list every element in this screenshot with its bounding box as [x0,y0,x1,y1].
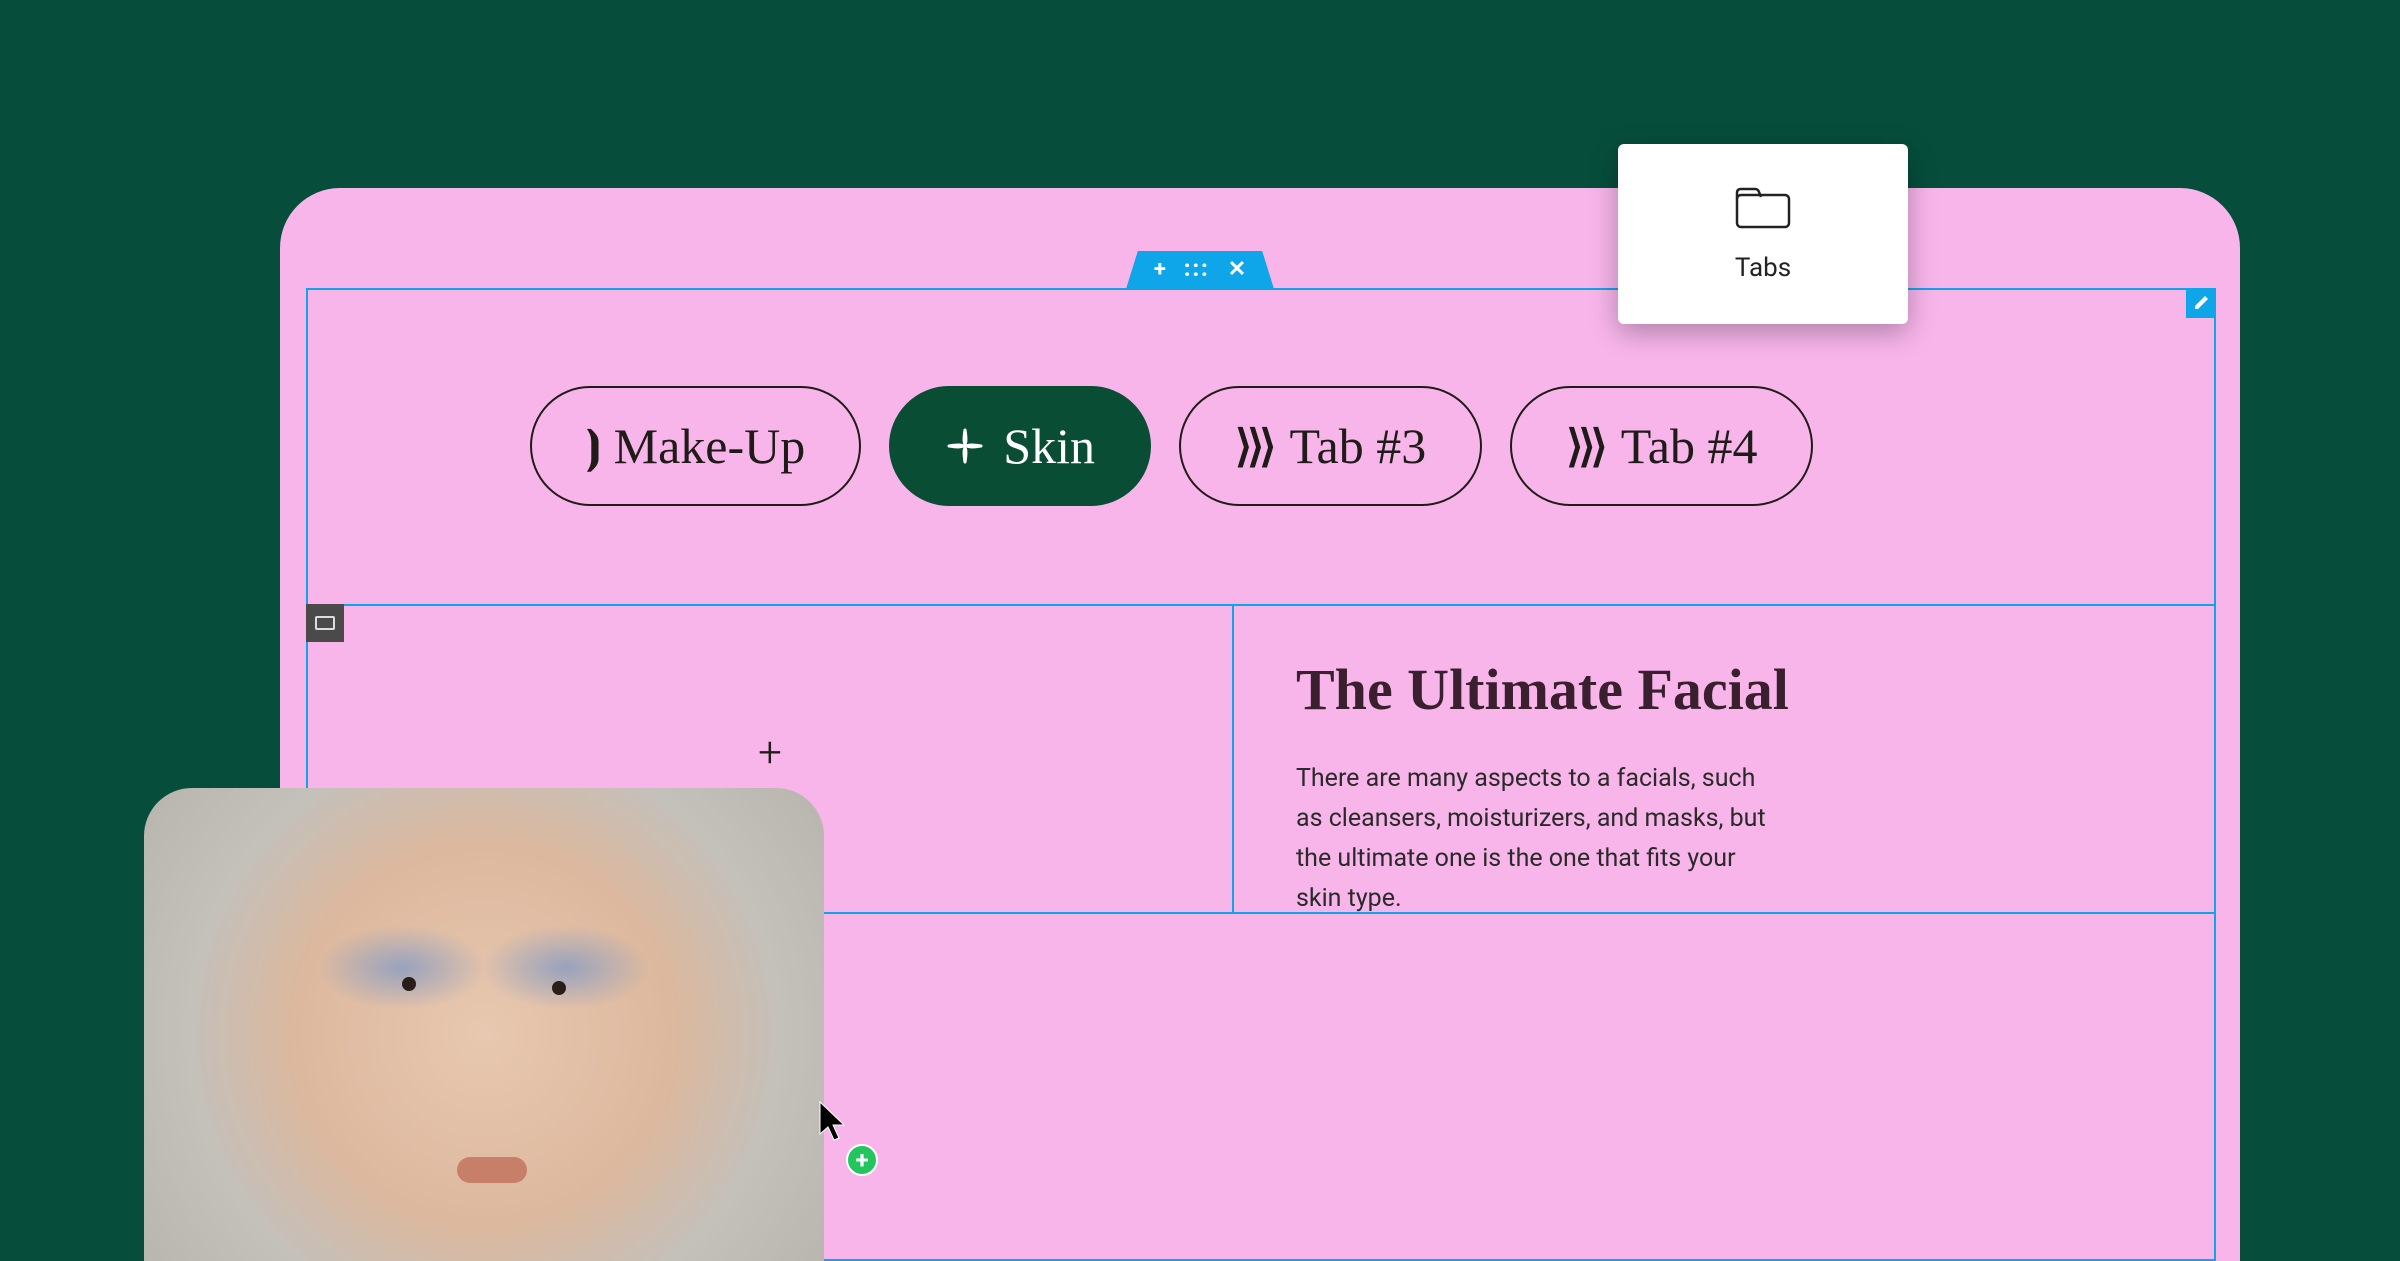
tab-label: Tab #4 [1621,417,1758,475]
tab-3[interactable]: ⟩⟩⟩ Tab #3 [1179,386,1482,506]
tab-4[interactable]: ⟩⟩⟩ Tab #4 [1510,386,1813,506]
tab-label: Tab #3 [1289,417,1426,475]
tab-label: Skin [1003,417,1095,475]
sparkle-icon [945,426,985,466]
tab-skin[interactable]: Skin [889,386,1151,506]
drag-cursor: + [818,1100,850,1148]
widget-card-label: Tabs [1735,253,1791,283]
cursor-add-badge: + [846,1144,878,1176]
widget-card-tabs[interactable]: Tabs [1618,144,1908,324]
arc-icon: ⦘ [586,421,596,472]
edit-widget-button[interactable] [2186,288,2216,318]
tab-makeup[interactable]: ⦘ Make-Up [530,386,861,506]
pencil-icon [2193,295,2209,311]
add-widget-button[interactable]: + [758,728,782,777]
tabs-row: ⦘ Make-Up Skin ⟩⟩⟩ Tab #3 ⟩⟩⟩ Tab #4 [530,386,1813,506]
waves-icon: ⟩⟩⟩ [1235,421,1272,472]
container-type-badge[interactable] [306,604,344,642]
content-heading[interactable]: The Ultimate Facial [1296,656,2152,723]
content-body[interactable]: There are many aspects to a facials, suc… [1296,759,1786,919]
add-section-icon[interactable]: + [1154,259,1166,281]
close-icon[interactable]: ✕ [1228,259,1246,281]
container-icon [315,616,335,630]
tab-label: Make-Up [614,417,806,475]
cursor-icon [818,1100,850,1144]
waves-icon: ⟩⟩⟩ [1566,421,1603,472]
drag-handle-icon[interactable]: ::: [1184,259,1210,281]
section-selection-handle[interactable]: + ::: ✕ [1126,251,1274,289]
text-column[interactable]: The Ultimate Facial There are many aspec… [1232,604,2216,914]
folder-tab-icon [1735,185,1791,229]
dragged-image[interactable] [144,788,824,1261]
